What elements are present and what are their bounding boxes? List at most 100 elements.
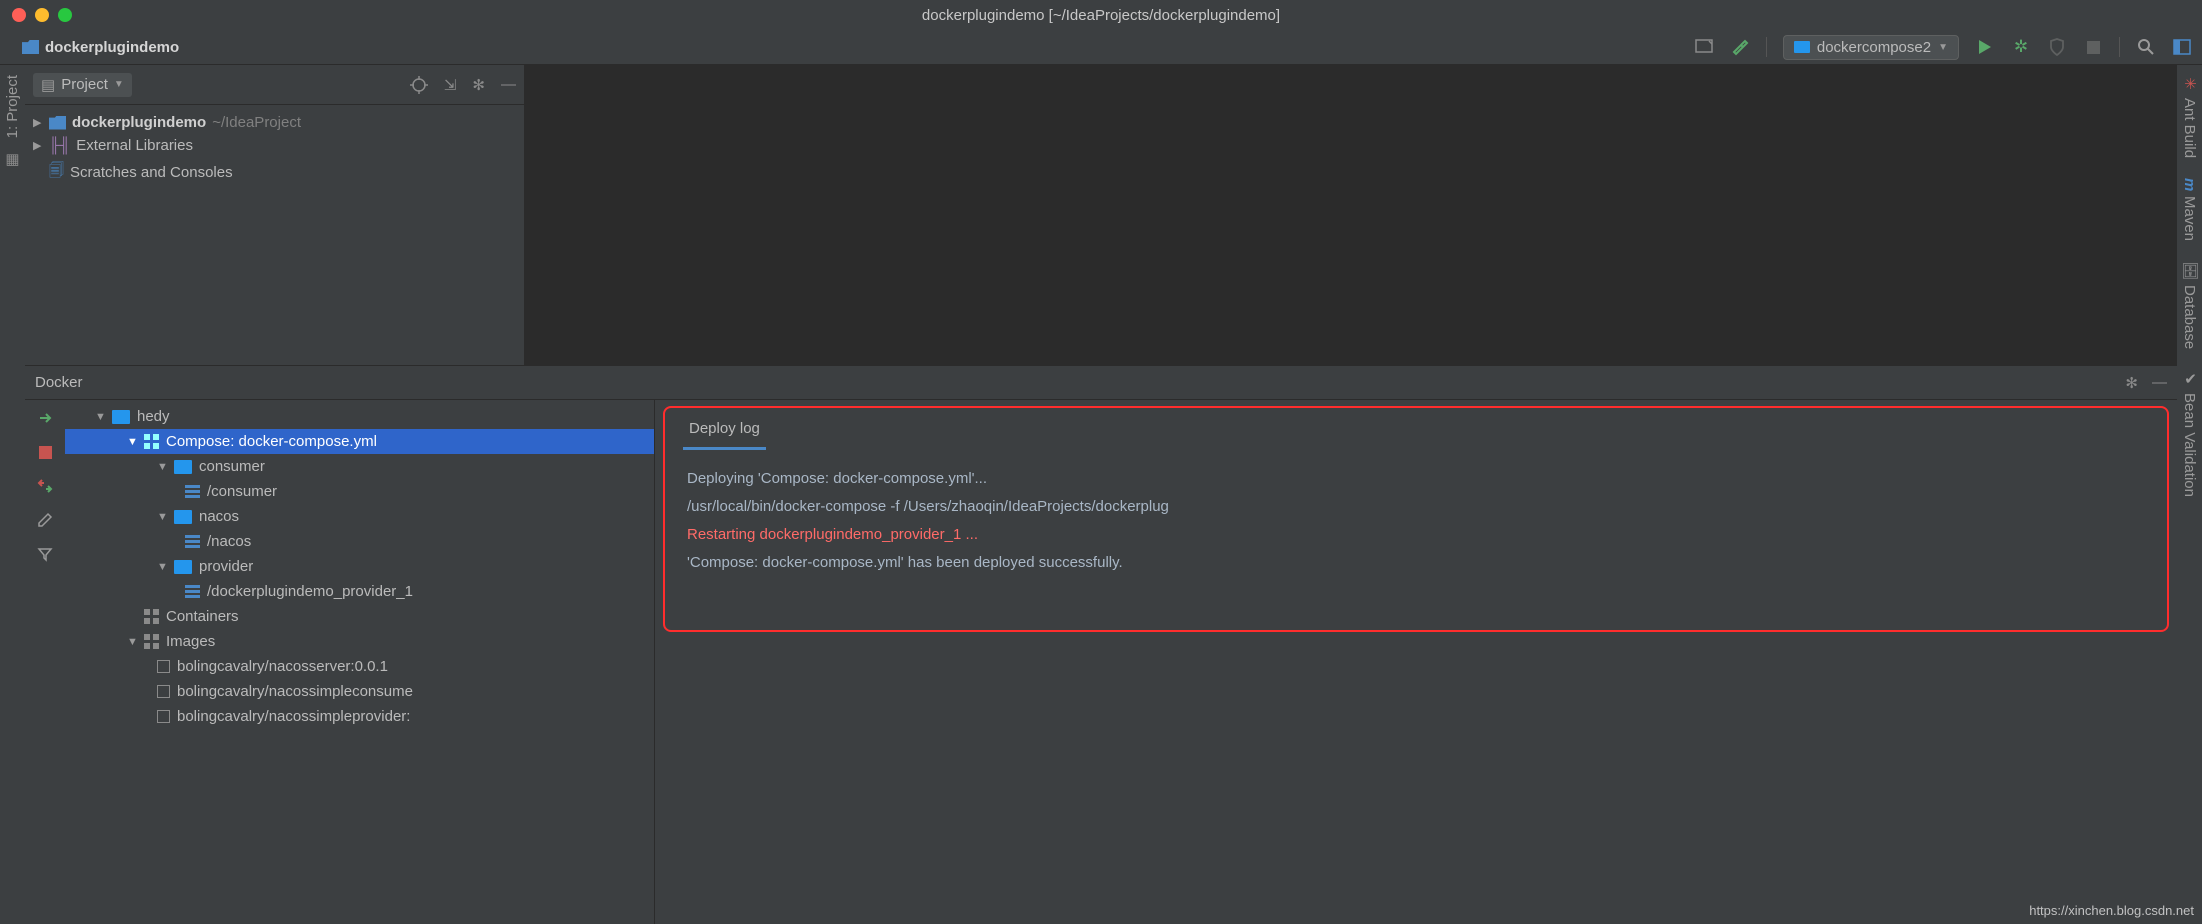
database-tool-button[interactable]: 🗄Database [2181,261,2199,349]
tree-root[interactable]: ▶ dockerplugindemo ~/IdeaProject [25,111,524,134]
docker-services-tree[interactable]: ▼hedy ▼Compose: docker-compose.yml ▼cons… [65,400,655,924]
window-title: dockerplugindemo [~/IdeaProjects/dockerp… [0,7,2202,24]
stop-icon[interactable] [2083,37,2103,57]
debug-icon[interactable]: ✲ [2011,37,2031,57]
maven-label: Maven [2181,196,2198,241]
run-config-select[interactable]: dockercompose2 ▼ [1783,35,1959,60]
chevron-down-icon[interactable]: ▼ [157,461,167,473]
toolbar-separator [2119,37,2120,57]
chevron-down-icon[interactable]: ▼ [127,636,137,648]
chevron-down-icon[interactable]: ▼ [157,561,167,573]
project-view-select[interactable]: ▤ Project ▼ [33,73,132,97]
tab-deploy-log[interactable]: Deploy log [683,416,766,450]
highlight-annotation: Deploy log Deploying 'Compose: docker-co… [663,406,2169,632]
image-icon [157,660,170,673]
filter-icon[interactable] [35,544,55,564]
collapse-all-icon[interactable]: ⇲ [444,76,457,94]
upper-split: ▤ Project ▼ ⇲ ✻ — ▶ dockerplugindemo [25,65,2177,365]
bean-tool-button[interactable]: ✔Bean Validation [2181,370,2199,497]
root-name: dockerplugindemo [72,114,206,131]
gear-icon[interactable]: ✻ [472,76,485,94]
tree-scratches[interactable]: 🗐 Scratches and Consoles [25,157,524,188]
docker-icon [174,560,192,574]
project-view-label: Project [61,76,108,93]
scratches-icon: 🗐 [49,160,64,185]
images-label: Images [166,633,215,650]
sidebar-toggle-icon[interactable] [2172,37,2192,57]
images-node[interactable]: ▼ Images [65,629,654,654]
containers-node[interactable]: ▼Containers [65,604,654,629]
chevron-down-icon[interactable]: ▼ [157,511,167,523]
compose-icon [144,434,159,449]
chevron-right-icon[interactable]: ▶ [33,139,43,152]
service-consumer[interactable]: ▼ consumer [65,454,654,479]
project-panel: ▤ Project ▼ ⇲ ✻ — ▶ dockerplugindemo [25,65,525,365]
service-provider[interactable]: ▼ provider [65,554,654,579]
gear-icon[interactable]: ✻ [2125,374,2138,392]
coverage-icon[interactable] [2047,37,2067,57]
project-tree[interactable]: ▶ dockerplugindemo ~/IdeaProject ▶ ╟╢ Ex… [25,105,524,194]
edit-icon[interactable] [35,510,55,530]
ant-tool-button[interactable]: ✳Ant Build [2181,75,2199,158]
docker-icon [112,410,130,424]
run-icon[interactable] [1975,37,1995,57]
folder-icon [22,40,39,54]
docker-title: Docker [35,374,83,391]
container-consumer[interactable]: /consumer [65,479,654,504]
docker-host-node[interactable]: ▼ hedy [65,404,654,429]
stop-deploy-icon[interactable] [35,442,55,462]
ant-label: Ant Build [2181,98,2198,158]
hide-panel-icon[interactable]: — [501,76,516,93]
log-line-error: Restarting dockerplugindemo_provider_1 .… [687,526,978,543]
container-provider[interactable]: /dockerplugindemo_provider_1 [65,579,654,604]
service-nacos[interactable]: ▼ nacos [65,504,654,529]
root-path: ~/IdeaProject [212,114,301,131]
container-label: /consumer [207,483,277,500]
service-label: consumer [199,458,265,475]
hammer-build-icon[interactable] [1730,37,1750,57]
log-line: 'Compose: docker-compose.yml' has been d… [687,554,1123,571]
tree-external-libs[interactable]: ▶ ╟╢ External Libraries [25,134,524,157]
search-icon[interactable] [2136,37,2156,57]
host-label: hedy [137,408,170,425]
docker-icon [174,460,192,474]
deploy-icon[interactable] [35,408,55,428]
left-tool-stripe: 1: Project ▦ [0,65,25,585]
container-nacos[interactable]: /nacos [65,529,654,554]
project-tool-label: 1: Project [4,75,21,138]
right-tool-stripe: ✳Ant Build mMaven 🗄Database ✔Bean Valida… [2177,65,2202,885]
maven-tool-button[interactable]: mMaven [2181,178,2198,241]
deploy-log-output[interactable]: Deploying 'Compose: docker-compose.yml'.… [665,450,2167,580]
docker-icon [1794,41,1810,53]
locate-icon[interactable] [410,76,428,94]
window-titlebar: dockerplugindemo [~/IdeaProjects/dockerp… [0,0,2202,30]
editor-area [525,65,2177,365]
image-icon [157,685,170,698]
redeploy-icon[interactable] [35,476,55,496]
bean-label: Bean Validation [2181,393,2198,497]
image-label: bolingcavalry/nacosserver:0.0.1 [177,658,388,675]
container-label: /dockerplugindemo_provider_1 [207,583,413,600]
select-target-icon[interactable] [1694,37,1714,57]
image-label: bolingcavalry/nacossimpleprovider: [177,708,410,725]
chevron-right-icon[interactable]: ▶ [33,116,43,129]
image-row[interactable]: bolingcavalry/nacossimpleprovider: [65,704,654,729]
run-config-label: dockercompose2 [1817,39,1931,56]
compose-node[interactable]: ▼Compose: docker-compose.yml [65,429,654,454]
breadcrumb[interactable]: dockerplugindemo [22,39,179,56]
image-row[interactable]: bolingcavalry/nacossimpleconsume [65,679,654,704]
service-label: nacos [199,508,239,525]
project-tool-button[interactable]: 1: Project [4,75,21,138]
docker-side-toolbar [25,400,65,924]
chevron-down-icon[interactable]: ▼ [127,436,137,448]
service-label: provider [199,558,253,575]
hide-panel-icon[interactable]: — [2152,374,2167,392]
log-line: /usr/local/bin/docker-compose -f /Users/… [687,498,1169,515]
main-area: ▤ Project ▼ ⇲ ✻ — ▶ dockerplugindemo [25,65,2177,924]
project-panel-header: ▤ Project ▼ ⇲ ✻ — [25,65,524,105]
libs-label: External Libraries [76,137,193,154]
toolbar-separator [1766,37,1767,57]
structure-tool-icon[interactable]: ▦ [5,150,19,168]
image-row[interactable]: bolingcavalry/nacosserver:0.0.1 [65,654,654,679]
chevron-down-icon[interactable]: ▼ [95,411,105,423]
